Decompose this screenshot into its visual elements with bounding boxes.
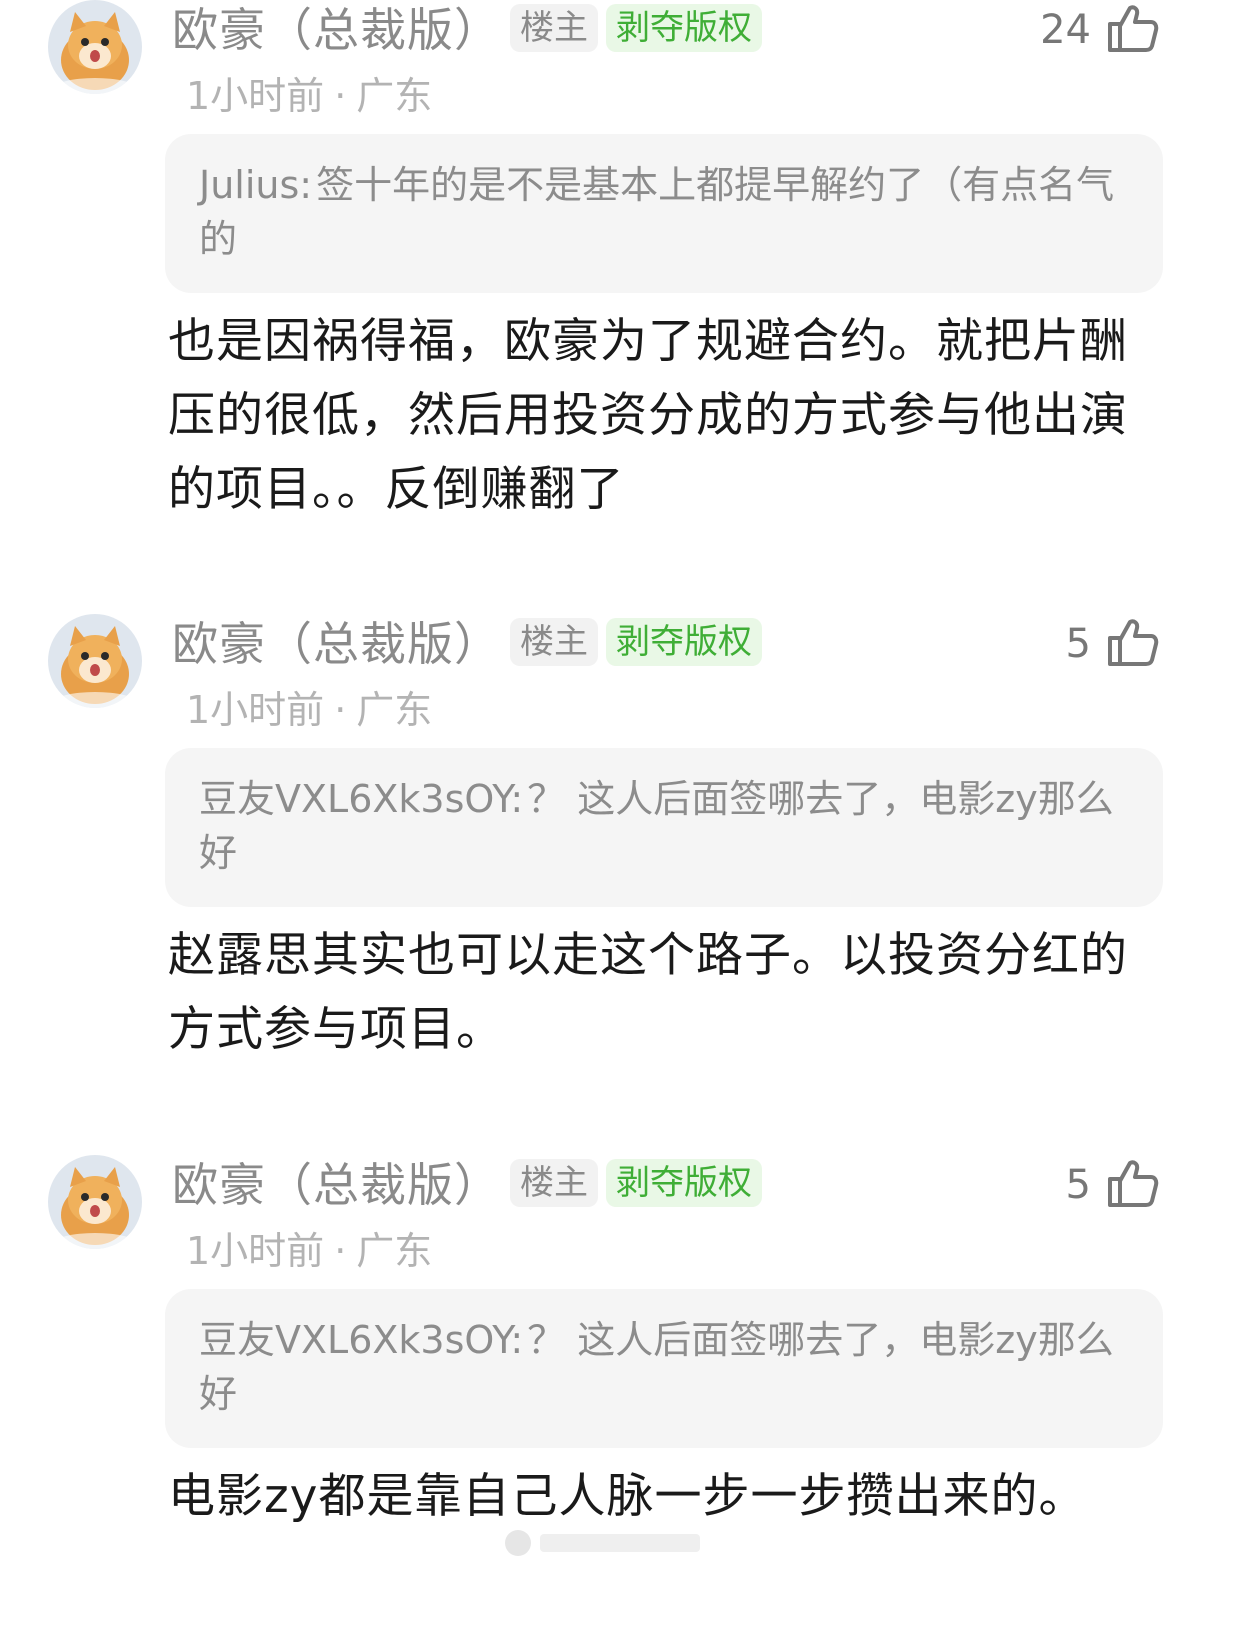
comment-location: 广东 xyxy=(356,688,433,732)
meta-separator: · xyxy=(334,688,347,732)
comment-time: 1小时前 xyxy=(186,74,325,118)
comment-meta: 1小时前 · 广东 xyxy=(186,1227,432,1275)
quoted-reply[interactable]: 豆友VXL6Xk3sOY:？ 这人后面签哪去了，电影zy那么好 xyxy=(165,1289,1163,1448)
comment-author[interactable]: 欧豪（总裁版） xyxy=(172,1157,501,1213)
cat-avatar-icon xyxy=(48,0,142,94)
title-badge: 剥夺版权 xyxy=(606,4,762,52)
quote-author: Julius: xyxy=(199,163,313,207)
cat-avatar-icon xyxy=(48,1155,142,1249)
comment-meta: 1小时前 · 广东 xyxy=(186,72,432,120)
quote-author: 豆友VXL6Xk3sOY: xyxy=(199,777,524,821)
comment-meta: 1小时前 · 广东 xyxy=(186,686,432,734)
like-count: 5 xyxy=(1065,621,1091,667)
avatar[interactable] xyxy=(48,1155,142,1249)
quote-text: 签十年的是不是基本上都提早解约了（有点名气的 xyxy=(199,163,1115,261)
comment-author[interactable]: 欧豪（总裁版） xyxy=(172,2,501,58)
meta-separator: · xyxy=(334,74,347,118)
quoted-reply[interactable]: 豆友VXL6Xk3sOY:？ 这人后面签哪去了，电影zy那么好 xyxy=(165,748,1163,907)
title-badge: 剥夺版权 xyxy=(606,618,762,666)
comment-text: 赵露思其实也可以走这个路子。以投资分红的方式参与项目。 xyxy=(168,928,1128,1057)
comment-location: 广东 xyxy=(356,74,433,118)
like-count: 5 xyxy=(1065,1162,1091,1208)
host-badge: 楼主 xyxy=(510,1159,598,1207)
quote-author: 豆友VXL6Xk3sOY: xyxy=(199,1318,524,1362)
title-badge: 剥夺版权 xyxy=(606,1159,762,1207)
host-badge: 楼主 xyxy=(510,618,598,666)
host-badge: 楼主 xyxy=(510,4,598,52)
thumbs-up-icon[interactable] xyxy=(1104,614,1160,670)
like-count: 24 xyxy=(1040,7,1091,53)
cat-avatar-icon xyxy=(48,614,142,708)
avatar[interactable] xyxy=(48,0,142,94)
comment-text: 电影zy都是靠自己人脉一步一步攒出来的。 xyxy=(168,1469,1087,1524)
comment-text: 也是因祸得福，欧豪为了规避合约。就把片酬压的很低，然后用投资分成的方式参与他出演… xyxy=(168,314,1128,517)
comment-time: 1小时前 xyxy=(186,688,325,732)
comment-author[interactable]: 欧豪（总裁版） xyxy=(172,616,501,672)
avatar[interactable] xyxy=(48,614,142,708)
thumbs-up-icon[interactable] xyxy=(1104,0,1160,56)
comment-time: 1小时前 xyxy=(186,1229,325,1273)
meta-separator: · xyxy=(334,1229,347,1273)
comment-location: 广东 xyxy=(356,1229,433,1273)
thumbs-up-icon[interactable] xyxy=(1104,1155,1160,1211)
watermark xyxy=(500,1526,710,1560)
quoted-reply[interactable]: Julius: 签十年的是不是基本上都提早解约了（有点名气的 xyxy=(165,134,1163,293)
